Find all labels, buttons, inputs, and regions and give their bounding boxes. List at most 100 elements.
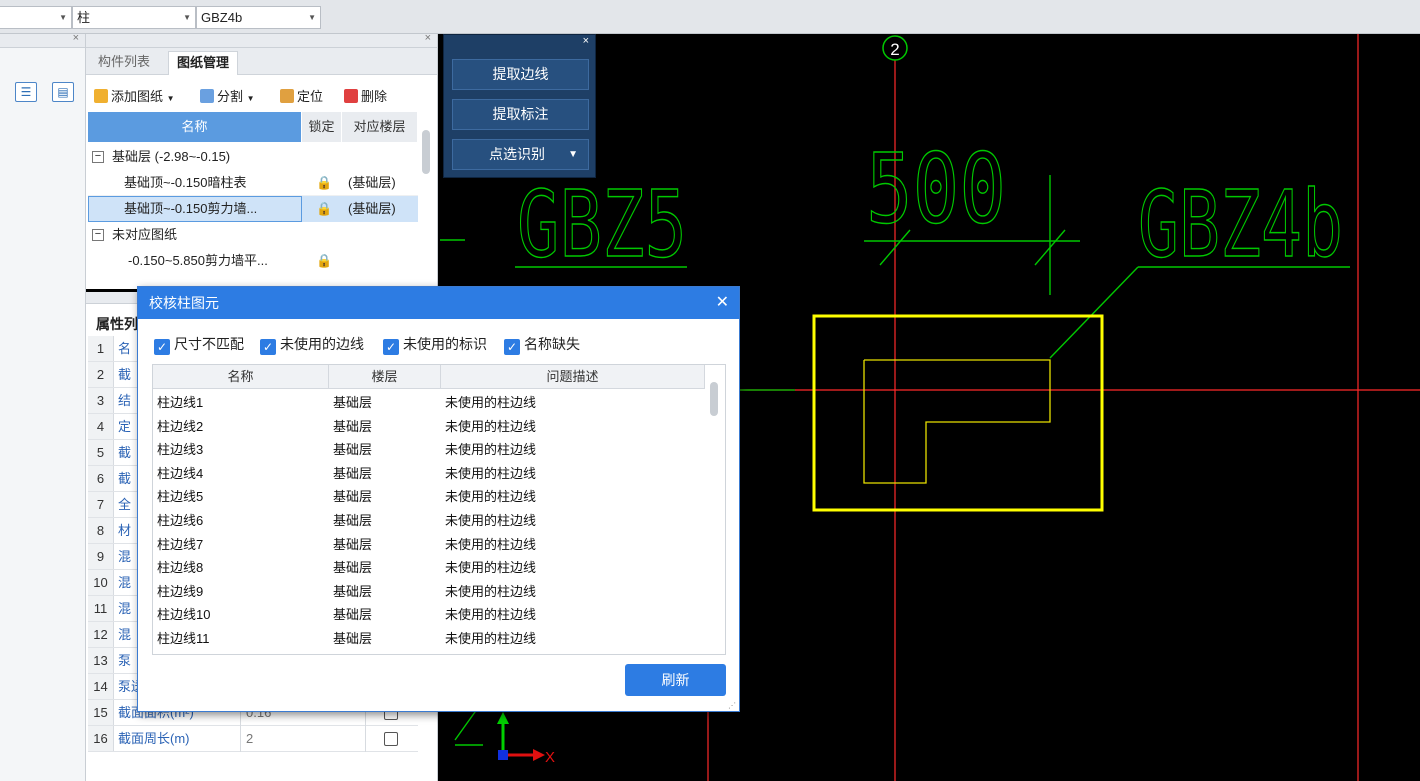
issue-floor: 基础层 <box>333 395 373 410</box>
tab-component-list[interactable]: 构件列表 <box>90 51 158 75</box>
collapse-icon[interactable]: − <box>92 151 104 163</box>
split-button[interactable]: 分割 ▼ <box>200 86 255 105</box>
extract-edges-button[interactable]: 提取边线 <box>452 59 589 90</box>
row-number: 14 <box>88 674 114 699</box>
issue-description: 未使用的柱边线 <box>445 536 537 552</box>
issue-row[interactable]: 柱边线10 基础层 未使用的柱边线 <box>153 603 705 627</box>
add-drawing-button[interactable]: 添加图纸 ▼ <box>94 86 175 105</box>
resize-grip-icon[interactable]: ⋰ <box>728 701 736 710</box>
extract-labels-button[interactable]: 提取标注 <box>452 99 589 130</box>
issue-row[interactable]: 柱边线8 基础层 未使用的柱边线 <box>153 556 705 580</box>
issue-floor: 基础层 <box>333 631 373 646</box>
issue-table-header: 名称 楼层 问题描述 <box>153 365 705 389</box>
panel-tabs: 构件列表 图纸管理 <box>86 48 437 75</box>
issue-name: 柱边线6 <box>157 513 204 528</box>
attribute-name: 结 <box>118 393 132 408</box>
floor-combo[interactable]: ▼ <box>0 6 72 29</box>
row-number: 5 <box>88 440 114 465</box>
lock-icon[interactable]: 🔒 <box>316 170 332 196</box>
issue-description: 未使用的柱边线 <box>445 513 537 528</box>
type-combo-value: 柱 <box>77 10 91 25</box>
issue-description: 未使用的柱边线 <box>445 465 537 481</box>
issue-name: 柱边线3 <box>157 442 204 458</box>
attribute-name: 混 <box>118 549 132 564</box>
issue-name: 柱边线8 <box>157 560 204 576</box>
close-icon[interactable]: ✕ <box>716 287 729 319</box>
drawing-list-scrollbar[interactable] <box>422 130 430 174</box>
attribute-name: 材 <box>118 523 132 538</box>
column-header-name[interactable]: 名称 <box>153 365 329 389</box>
dialog-title-bar[interactable]: 校核柱图元 ✕ <box>138 287 739 319</box>
issue-row[interactable]: 柱边线3 基础层 未使用的柱边线 <box>153 438 705 462</box>
issue-row[interactable]: 柱边线9 基础层 未使用的柱边线 <box>153 580 705 604</box>
tree-group-row[interactable]: − 未对应图纸 <box>88 222 418 248</box>
attribute-name: 全 <box>118 497 132 512</box>
issue-row[interactable]: 柱边线5 基础层 未使用的柱边线 <box>153 485 705 509</box>
issue-table-scrollbar[interactable] <box>710 382 718 416</box>
delete-button[interactable]: 删除 <box>344 86 387 105</box>
detail-view-icon[interactable]: ▤ <box>52 82 74 102</box>
issue-floor: 基础层 <box>333 607 373 623</box>
row-number: 12 <box>88 622 114 647</box>
issue-floor: 基础层 <box>333 583 373 599</box>
column-header-lock[interactable]: 锁定 <box>302 112 342 142</box>
issue-row[interactable]: 柱边线7 基础层 未使用的柱边线 <box>153 533 705 557</box>
close-icon[interactable]: × <box>73 32 79 44</box>
issue-row[interactable]: 柱边线2 基础层 未使用的柱边线 <box>153 415 705 439</box>
cad-dimension-500: 500 <box>866 133 1006 245</box>
filter-size-mismatch-checkbox[interactable]: ✓ 尺寸不匹配 <box>154 335 244 355</box>
chevron-down-icon: ▼ <box>246 94 255 103</box>
tree-group-row[interactable]: − 基础层 (-2.98~-0.15) <box>88 144 418 170</box>
drawing-panel-header: × <box>86 32 437 48</box>
lock-icon[interactable]: 🔒 <box>316 196 332 222</box>
close-icon[interactable]: × <box>583 35 589 47</box>
row-number: 13 <box>88 648 114 673</box>
drawing-actions: 添加图纸 ▼ 分割 ▼ 定位 删除 <box>86 76 437 112</box>
column-header-floor[interactable]: 对应楼层 <box>342 112 418 142</box>
row-number: 7 <box>88 492 114 517</box>
attribute-value[interactable]: 2 <box>246 726 253 751</box>
chevron-down-icon: ▼ <box>166 94 175 103</box>
collapse-icon[interactable]: − <box>92 229 104 241</box>
lock-icon[interactable]: 🔒 <box>316 248 332 274</box>
row-number: 9 <box>88 544 114 569</box>
issue-row[interactable]: 柱边线6 基础层 未使用的柱边线 <box>153 509 705 533</box>
chevron-down-icon: ▼ <box>183 13 191 22</box>
filter-unused-edges-checkbox[interactable]: ✓ 未使用的边线 <box>260 335 364 355</box>
tree-item-row-selected[interactable]: 基础顶~-0.150剪力墙... 🔒 (基础层) <box>88 196 418 222</box>
extraction-panel: × 提取边线 提取标注 点选识别 ▼ <box>443 34 596 178</box>
issue-name: 柱边线5 <box>157 489 204 505</box>
chevron-down-icon[interactable]: ▼ <box>568 140 578 169</box>
attribute-checkbox[interactable] <box>384 732 398 746</box>
issue-floor: 基础层 <box>333 442 373 458</box>
ucs-x-label: X <box>545 749 555 766</box>
tree-item-row[interactable]: 基础顶~-0.150暗柱表 🔒 (基础层) <box>88 170 418 196</box>
issue-floor: 基础层 <box>333 465 373 481</box>
checkbox-checked-icon: ✓ <box>154 339 170 355</box>
row-number: 8 <box>88 518 114 543</box>
column-header-description[interactable]: 问题描述 <box>441 365 705 389</box>
close-icon[interactable]: × <box>425 32 431 44</box>
row-number: 6 <box>88 466 114 491</box>
list-view-icon[interactable]: ☰ <box>15 82 37 102</box>
attribute-name: 定 <box>118 419 132 434</box>
column-header-name[interactable]: 名称 <box>88 112 302 142</box>
tab-drawing-management[interactable]: 图纸管理 <box>168 51 239 75</box>
issue-row[interactable]: 柱边线1 基础层 未使用的柱边线 <box>153 391 705 415</box>
type-combo[interactable]: 柱 ▼ <box>72 6 196 29</box>
attribute-name: 混 <box>118 627 132 642</box>
locate-button[interactable]: 定位 <box>280 86 323 105</box>
attribute-name: 截 <box>118 445 132 460</box>
filter-unused-labels-checkbox[interactable]: ✓ 未使用的标识 <box>383 335 487 355</box>
issue-row[interactable]: 柱边线11 基础层 未使用的柱边线 <box>153 627 705 651</box>
issue-row[interactable]: 柱边线4 基础层 未使用的柱边线 <box>153 462 705 486</box>
refresh-button[interactable]: 刷新 <box>625 664 726 696</box>
component-combo[interactable]: GBZ4b ▼ <box>196 6 321 29</box>
column-header-floor[interactable]: 楼层 <box>329 365 441 389</box>
attribute-row[interactable]: 16 截面周长(m) 2 <box>88 726 418 752</box>
issue-name: 柱边线1 <box>157 395 204 410</box>
filter-missing-name-checkbox[interactable]: ✓ 名称缺失 <box>504 335 580 355</box>
tree-item-row[interactable]: -0.150~5.850剪力墙平... 🔒 <box>88 248 418 274</box>
attribute-name: 截 <box>118 367 132 382</box>
point-recognize-button[interactable]: 点选识别 ▼ <box>452 139 589 170</box>
